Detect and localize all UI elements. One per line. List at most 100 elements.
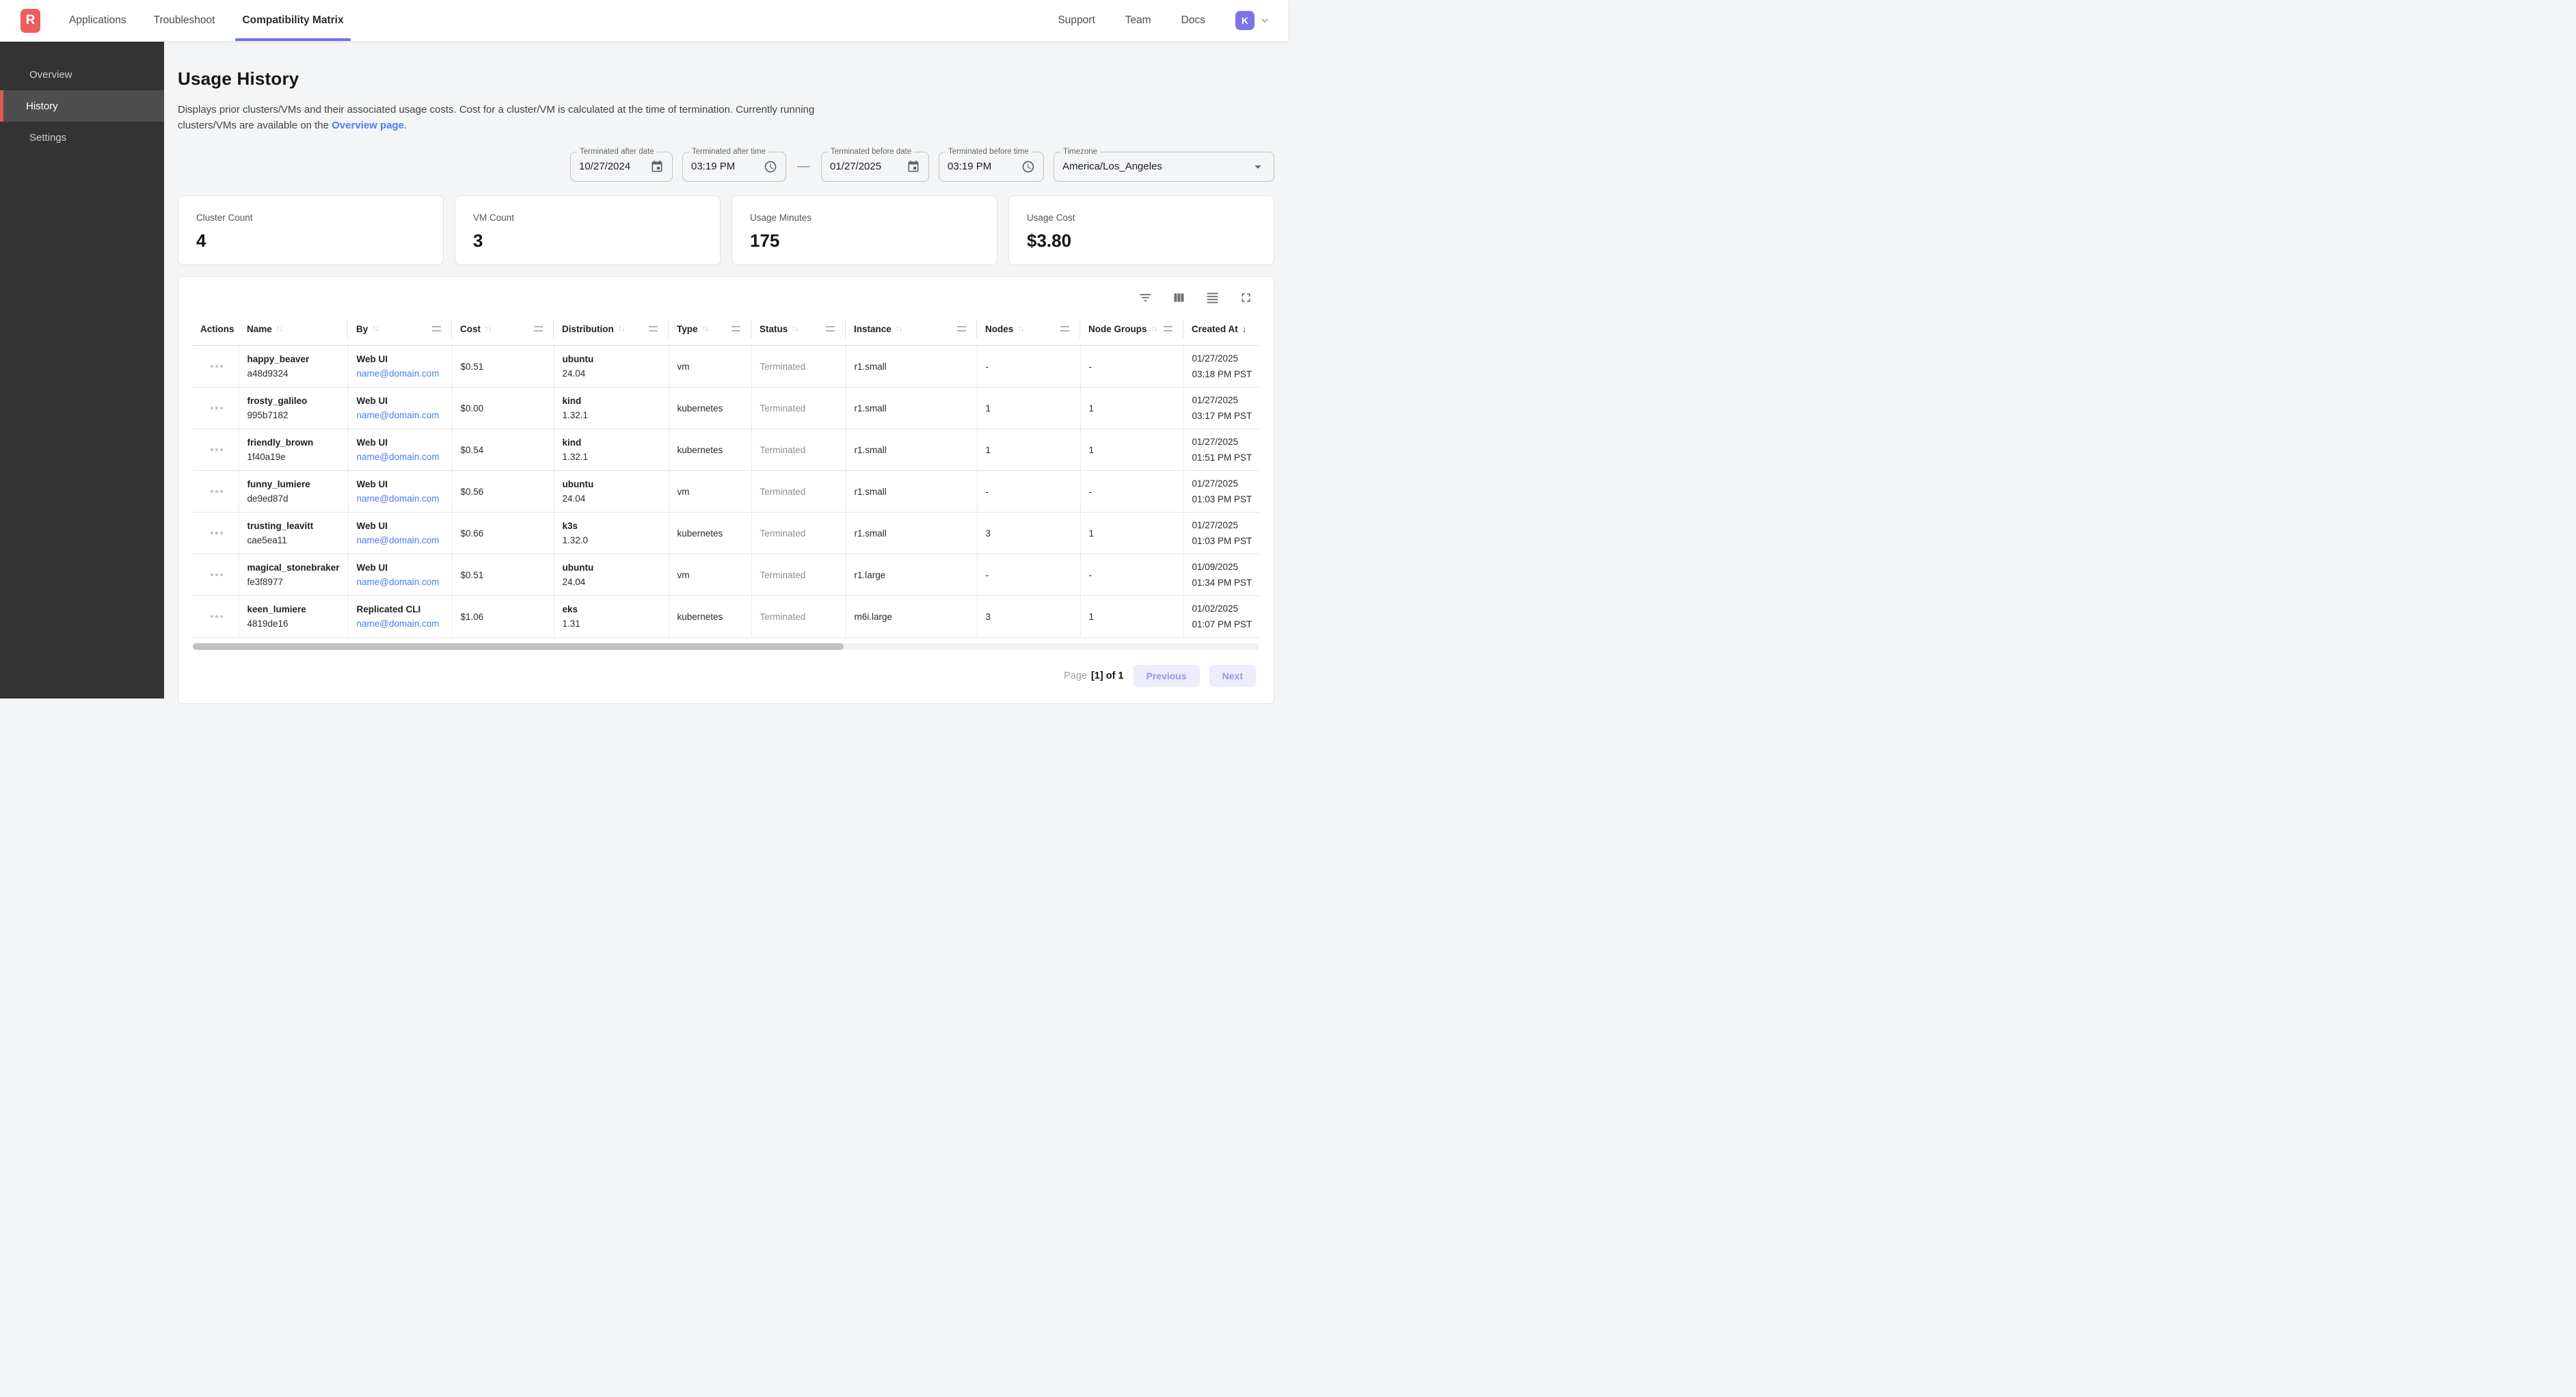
fullscreen-icon[interactable]	[1239, 290, 1253, 305]
next-page-button[interactable]: Next	[1209, 665, 1256, 687]
email-link[interactable]: name@domain.com	[357, 410, 440, 420]
sort-icon[interactable]: ↑↓	[372, 325, 379, 333]
actions-cell	[192, 429, 239, 471]
overview-page-link[interactable]: Overview page	[332, 120, 404, 131]
created-at-cell: 01/27/202501:03 PM PST	[1183, 471, 1260, 513]
cluster-id: de9ed87d	[247, 494, 343, 504]
nodes-cell: -	[977, 554, 1080, 596]
tab-troubleshoot[interactable]: Troubleshoot	[154, 0, 215, 41]
column-header-distribution[interactable]: Distribution↑↓	[554, 313, 669, 346]
calendar-icon[interactable]	[907, 160, 920, 174]
cluster-id: 4819de16	[247, 619, 343, 629]
chevron-down-icon[interactable]	[1259, 15, 1270, 26]
column-menu-icon[interactable]	[649, 326, 658, 331]
distribution-cell: k3s1.32.0	[554, 513, 669, 554]
row-actions-button[interactable]	[200, 573, 233, 576]
stat-card-usage-minutes: Usage Minutes 175	[732, 195, 997, 265]
column-header-nodes[interactable]: Nodes↑↓	[977, 313, 1080, 346]
avatar[interactable]: K	[1235, 11, 1255, 30]
row-actions-button[interactable]	[200, 615, 233, 618]
column-header-by[interactable]: By↑↓	[348, 313, 452, 346]
email-link[interactable]: name@domain.com	[357, 535, 440, 545]
row-actions-button[interactable]	[200, 407, 233, 409]
sidebar-item-overview[interactable]: Overview	[0, 59, 164, 90]
column-menu-icon[interactable]	[957, 326, 966, 331]
terminated-before-date-field[interactable]: Terminated before date 01/27/2025	[821, 152, 929, 182]
clock-icon[interactable]	[764, 160, 777, 174]
sort-icon[interactable]: ↑↓	[792, 325, 799, 333]
column-menu-icon[interactable]	[432, 326, 441, 331]
horizontal-scrollbar-track[interactable]	[193, 643, 1259, 650]
previous-page-button[interactable]: Previous	[1133, 665, 1200, 687]
terminated-after-date-field[interactable]: Terminated after date 10/27/2024	[570, 152, 673, 182]
status-cell: Terminated	[751, 388, 846, 429]
distribution-name: ubuntu	[563, 480, 663, 489]
created-by-source: Web UI	[357, 355, 446, 364]
horizontal-scrollbar-thumb[interactable]	[193, 643, 844, 650]
cluster-name: friendly_brown	[247, 438, 343, 448]
columns-icon[interactable]	[1172, 290, 1186, 305]
filter-icon[interactable]	[1138, 290, 1153, 305]
dropdown-caret-icon[interactable]	[1250, 159, 1265, 174]
ellipsis-dot	[215, 615, 218, 618]
usage-history-table: ActionsName↑↓By↑↓Cost↑↓Distribution↑↓Typ…	[192, 313, 1260, 638]
terminated-before-time-field[interactable]: Terminated before time 03:19 PM	[939, 152, 1044, 182]
column-header-node-groups[interactable]: Node Groups↑↓	[1080, 313, 1183, 346]
email-link[interactable]: name@domain.com	[357, 577, 440, 587]
ellipsis-dot	[220, 448, 223, 451]
nav-link-docs[interactable]: Docs	[1181, 14, 1205, 27]
sort-icon[interactable]: ↑↓	[618, 325, 625, 333]
column-header-status[interactable]: Status↑↓	[751, 313, 846, 346]
type-cell: vm	[669, 346, 751, 388]
timezone-select[interactable]: Timezone America/Los_Angeles	[1054, 152, 1274, 182]
email-link[interactable]: name@domain.com	[357, 619, 440, 629]
nav-link-support[interactable]: Support	[1058, 14, 1095, 27]
column-menu-icon[interactable]	[826, 326, 835, 331]
sort-icon[interactable]: ↑↓	[896, 325, 902, 333]
table-row: trusting_leavittcae5ea11Web UIname@domai…	[192, 513, 1260, 554]
sidebar-item-settings[interactable]: Settings	[0, 122, 164, 153]
stat-card-cluster-count: Cluster Count 4	[178, 195, 444, 265]
row-actions-button[interactable]	[200, 490, 233, 493]
sort-icon[interactable]: ↑↓	[276, 325, 283, 333]
account-menu[interactable]: K	[1235, 11, 1270, 30]
clock-icon[interactable]	[1021, 160, 1035, 174]
column-menu-icon[interactable]	[732, 326, 740, 331]
description-suffix: .	[404, 120, 407, 131]
sort-icon[interactable]: ↑↓	[1151, 325, 1158, 333]
density-icon[interactable]	[1205, 290, 1220, 305]
by-cell: Web UIname@domain.com	[348, 513, 452, 554]
row-actions-button[interactable]	[200, 448, 233, 451]
email-link[interactable]: name@domain.com	[357, 368, 440, 379]
created-date: 01/02/2025	[1192, 603, 1255, 614]
column-header-type[interactable]: Type↑↓	[669, 313, 751, 346]
distribution-cell: ubuntu24.04	[554, 554, 669, 596]
distribution-version: 1.31	[563, 619, 663, 629]
email-link[interactable]: name@domain.com	[357, 452, 440, 462]
sort-icon[interactable]: ↑↓	[485, 325, 492, 333]
sort-icon[interactable]: ↑↓	[702, 325, 709, 333]
column-menu-icon[interactable]	[534, 326, 543, 331]
sort-icon[interactable]: ↑↓	[1017, 325, 1024, 333]
terminated-after-time-field[interactable]: Terminated after time 03:19 PM	[682, 152, 786, 182]
row-actions-button[interactable]	[200, 532, 233, 534]
sort-desc-icon[interactable]: ↓	[1242, 323, 1247, 334]
nodes-cell: 1	[977, 388, 1080, 429]
tab-applications[interactable]: Applications	[69, 0, 126, 41]
sidebar-item-history[interactable]: History	[0, 90, 164, 122]
row-actions-button[interactable]	[200, 365, 233, 368]
column-header-cost[interactable]: Cost↑↓	[452, 313, 554, 346]
column-header-created-at[interactable]: Created At↓	[1183, 313, 1260, 346]
column-menu-icon[interactable]	[1164, 326, 1172, 331]
column-header-name[interactable]: Name↑↓	[239, 313, 348, 346]
calendar-icon[interactable]	[650, 160, 664, 174]
nav-link-team[interactable]: Team	[1125, 14, 1151, 27]
column-header-instance[interactable]: Instance↑↓	[846, 313, 977, 346]
email-link[interactable]: name@domain.com	[357, 493, 440, 504]
created-by-email-wrap: name@domain.com	[357, 619, 446, 629]
brand-logo[interactable]: R	[21, 9, 40, 33]
nodes-cell: 3	[977, 596, 1080, 638]
tab-compatibility-matrix[interactable]: Compatibility Matrix	[242, 0, 343, 41]
column-menu-icon[interactable]	[1060, 326, 1069, 331]
by-cell: Web UIname@domain.com	[348, 471, 452, 513]
